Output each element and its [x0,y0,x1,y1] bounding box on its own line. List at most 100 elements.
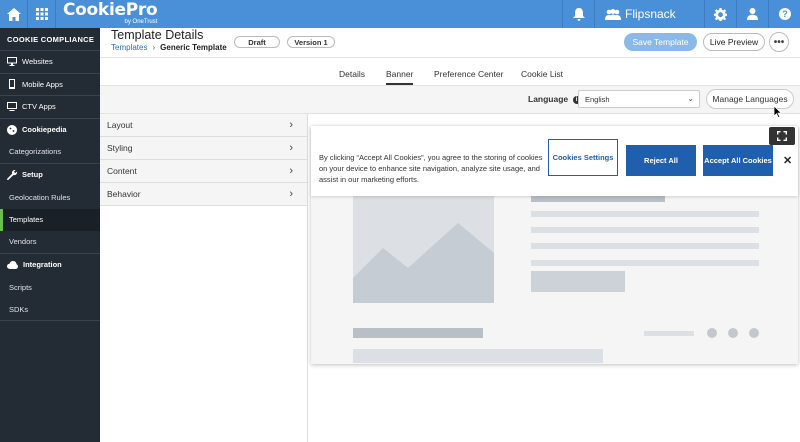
svg-text:?: ? [782,9,788,19]
panel-item-label: Behavior [107,189,141,199]
page-title: Template Details [111,28,204,42]
version-badge: Version 1 [287,36,335,48]
mockup-image-placeholder [353,193,494,303]
sidebar-item-geolocation-rules[interactable]: Geolocation Rules [0,186,100,209]
mockup-button-placeholder [531,271,625,292]
save-template-button[interactable]: Save Template [624,33,697,51]
chevron-right-icon: › [289,142,293,154]
expand-icon [777,131,787,141]
sidebar-group-label: Cookiepedia [22,125,67,135]
home-icon [6,7,21,21]
live-preview-button[interactable]: Live Preview [703,33,765,51]
panel-item-styling[interactable]: Styling › [100,137,307,160]
sidebar-item-label: Categorizations [9,147,62,157]
cookies-settings-button[interactable]: Cookies Settings [548,139,618,176]
sidebar-item-label: SDKs [9,304,29,314]
sidebar-group-cookiepedia[interactable]: Cookiepedia [0,119,100,142]
chevron-right-icon: › [289,188,293,200]
mockup-line [644,331,694,336]
tab-banner[interactable]: Banner [386,69,414,85]
help-button[interactable]: ? [768,0,800,28]
cloud-icon [7,260,18,269]
sidebar-item-sdks[interactable]: SDKs [0,299,100,321]
mockup-line [531,260,759,266]
sidebar-item-templates[interactable]: Templates [0,208,100,231]
notifications-button[interactable] [562,0,594,28]
mockup-dot [728,328,738,338]
close-banner-button[interactable]: ✕ [783,154,792,167]
language-label: Language i [528,94,581,104]
mockup-dot [707,328,717,338]
mouse-cursor-icon [774,106,783,118]
top-navigation-bar: CookiePro by OneTrust Flipsnack ? [0,0,800,28]
home-button[interactable] [0,0,28,28]
panel-item-behavior[interactable]: Behavior › [100,183,307,206]
wrench-icon [7,169,17,180]
sidebar-item-label: Vendors [9,237,37,247]
cookie-icon [7,124,17,135]
sidebar-group-label: Setup [22,170,43,180]
sidebar-item-label: Scripts [9,282,32,292]
mockup-line [353,328,483,338]
breadcrumb-current: Generic Template [160,43,227,52]
sidebar-group-label: Integration [23,260,62,270]
sidebar-item-label: Websites [22,57,53,67]
mockup-line [353,349,603,363]
panel-item-label: Styling [107,143,133,153]
tab-details[interactable]: Details [339,69,365,79]
chevron-right-icon: › [289,119,293,131]
fullscreen-button[interactable] [769,127,795,145]
sidebar-item-vendors[interactable]: Vendors [0,231,100,254]
panel-item-content[interactable]: Content › [100,160,307,183]
accept-all-cookies-button[interactable]: Accept All Cookies [703,145,773,176]
gear-icon [714,7,727,21]
organization-name: Flipsnack [625,7,676,21]
reject-all-button[interactable]: Reject All [626,145,696,176]
sidebar-item-scripts[interactable]: Scripts [0,276,100,299]
user-icon [747,8,758,20]
sidebar-item-categorizations[interactable]: Categorizations [0,141,100,164]
sidebar-item-websites[interactable]: Websites [0,51,100,74]
mockup-line [531,196,665,202]
sidebar-item-label: CTV Apps [22,102,56,112]
page-header: Template Details Templates › Generic Tem… [100,28,800,58]
settings-button[interactable] [704,0,736,28]
monitor-icon [7,57,17,67]
cookiepro-logo: CookiePro by OneTrust [56,0,158,28]
user-profile-button[interactable] [736,0,768,28]
panel-item-layout[interactable]: Layout › [100,114,307,137]
tab-cookie-list[interactable]: Cookie List [521,69,563,79]
status-badge: Draft [234,36,280,48]
organization-switcher[interactable]: Flipsnack [594,0,704,28]
apps-grid-icon [35,8,48,20]
mockup-dot [749,328,759,338]
language-selected-value: English [585,94,610,104]
sidebar-item-label: Templates [9,215,44,225]
sidebar-item-mobile-apps[interactable]: Mobile Apps [0,74,100,96]
sidebar-item-ctv-apps[interactable]: CTV Apps [0,96,100,119]
logo-name: CookiePro [63,0,158,20]
more-options-button[interactable]: ••• [769,32,789,52]
chevron-down-icon: ⌄ [687,94,694,103]
sidebar: COOKIE COMPLIANCE Websites Mobile Apps C… [0,28,100,442]
language-select[interactable]: English ⌄ [578,90,700,108]
sidebar-item-label: Mobile Apps [22,79,63,89]
breadcrumb-templates-link[interactable]: Templates [111,43,147,52]
mockup-line [531,211,759,217]
app-switcher-button[interactable] [28,0,56,28]
language-label-text: Language [528,94,569,104]
sidebar-group-setup[interactable]: Setup [0,164,100,187]
help-icon: ? [778,8,791,20]
chart-placeholder-icon [353,223,494,303]
chevron-right-icon: › [289,165,293,177]
sidebar-heading: COOKIE COMPLIANCE [0,28,100,51]
banner-policy-text: By clicking “Accept All Cookies”, you ag… [319,153,543,184]
banner-settings-panel: Layout › Styling › Content › Behavior › [100,114,308,442]
sidebar-group-integration[interactable]: Integration [0,254,100,277]
panel-item-label: Layout [107,120,133,130]
tab-preference-center[interactable]: Preference Center [434,69,503,79]
breadcrumb-separator: › [152,43,156,52]
language-toolbar: Language i English ⌄ Manage Languages [100,86,800,114]
tv-icon [7,102,17,112]
mockup-line [531,243,759,249]
